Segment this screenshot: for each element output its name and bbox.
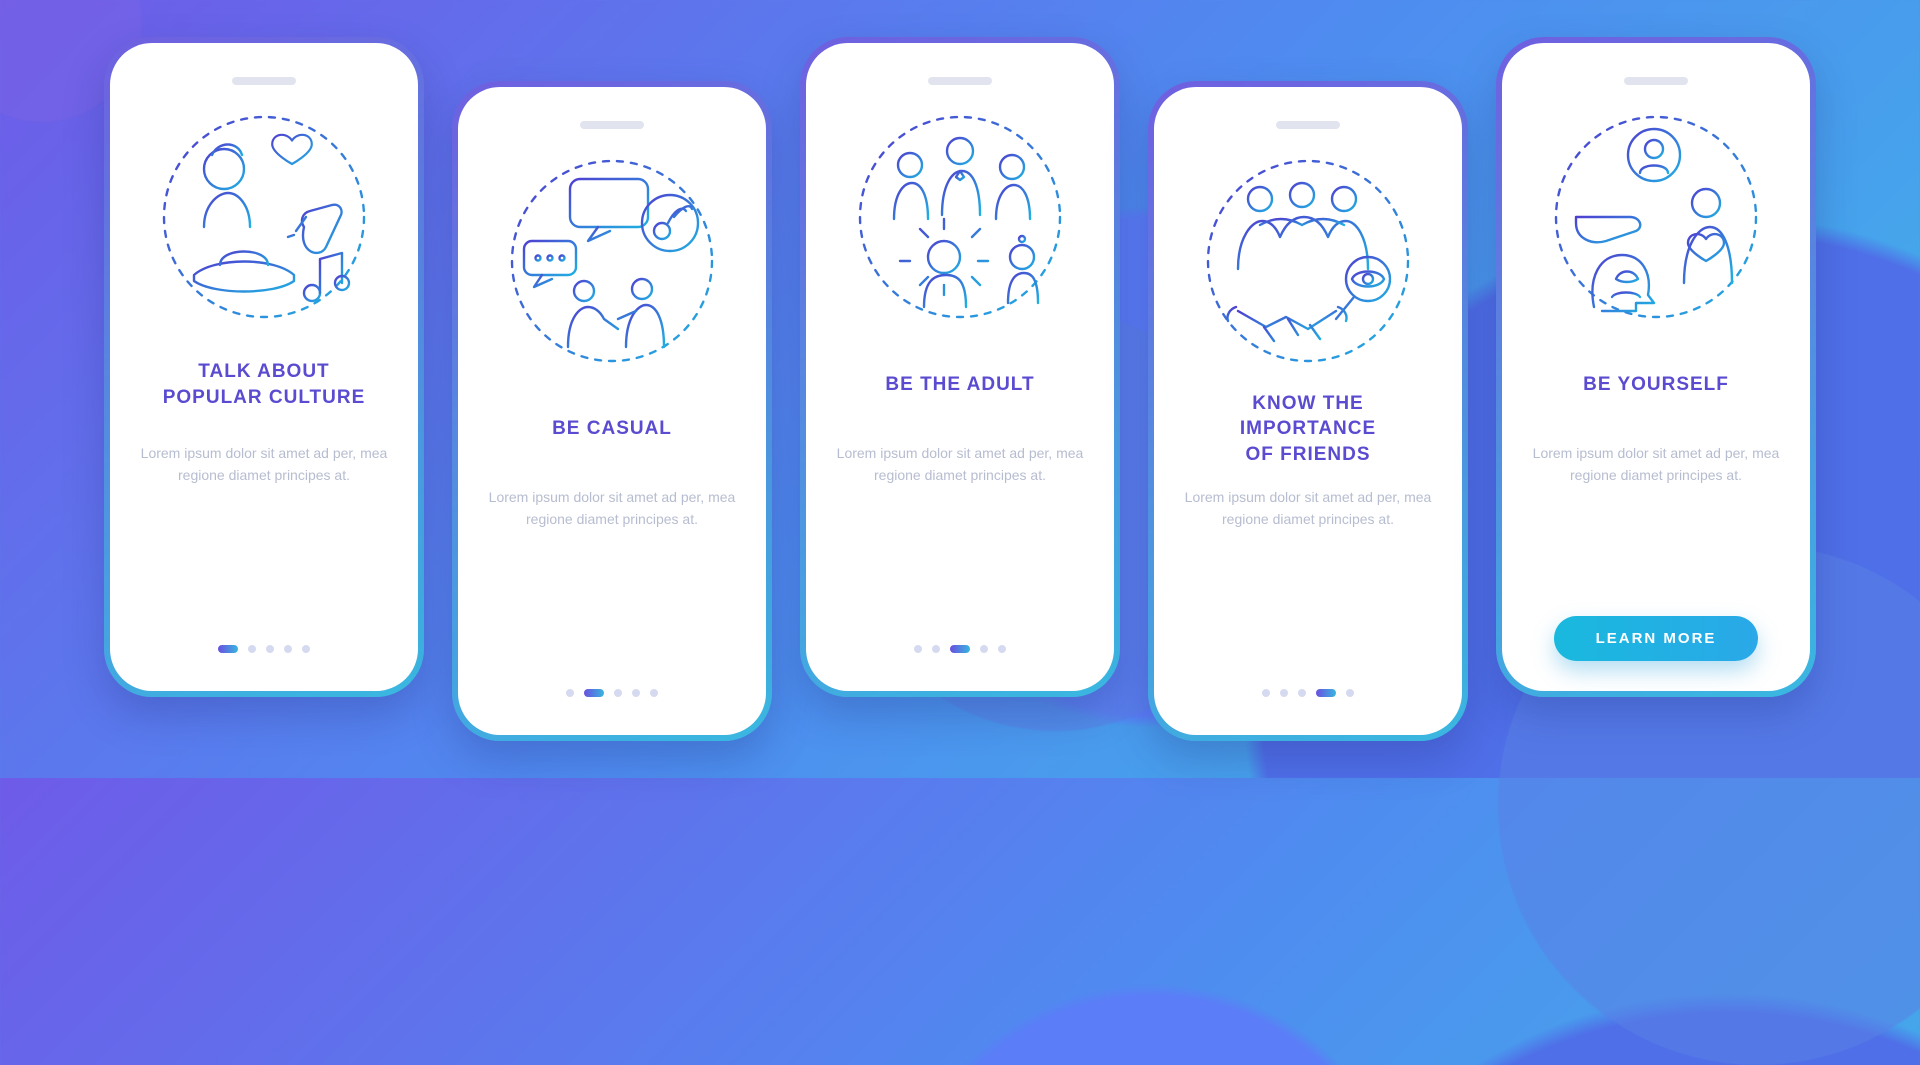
- screen-title: KNOW THE IMPORTANCE OF FRIENDS: [1234, 389, 1382, 469]
- screen-description: Lorem ipsum dolor sit amet ad per, mea r…: [1528, 443, 1784, 535]
- page-dot[interactable]: [650, 689, 658, 697]
- onboarding-screen[interactable]: KNOW THE IMPORTANCE OF FRIENDS Lorem ips…: [1154, 87, 1462, 735]
- page-dot[interactable]: [566, 689, 574, 697]
- phone-notch: [580, 121, 644, 129]
- page-dot[interactable]: [584, 689, 604, 697]
- be-yourself-icon: [1546, 107, 1766, 327]
- screen-title: BE THE ADULT: [879, 345, 1040, 425]
- page-indicator: [1262, 689, 1354, 705]
- page-dot[interactable]: [218, 645, 238, 653]
- phone-frame: BE THE ADULT Lorem ipsum dolor sit amet …: [800, 37, 1120, 697]
- page-dot[interactable]: [632, 689, 640, 697]
- page-dot[interactable]: [1298, 689, 1306, 697]
- onboarding-carousel: TALK ABOUT POPULAR CULTURE Lorem ipsum d…: [0, 0, 1920, 778]
- phone-frame: TALK ABOUT POPULAR CULTURE Lorem ipsum d…: [104, 37, 424, 697]
- screen-description: Lorem ipsum dolor sit amet ad per, mea r…: [136, 443, 392, 535]
- page-dot[interactable]: [998, 645, 1006, 653]
- page-dot[interactable]: [950, 645, 970, 653]
- page-dot[interactable]: [284, 645, 292, 653]
- page-dot[interactable]: [1316, 689, 1336, 697]
- page-dot[interactable]: [1262, 689, 1270, 697]
- phone-frame: BE YOURSELF Lorem ipsum dolor sit amet a…: [1496, 37, 1816, 697]
- onboarding-screen[interactable]: BE CASUAL Lorem ipsum dolor sit amet ad …: [458, 87, 766, 735]
- screen-description: Lorem ipsum dolor sit amet ad per, mea r…: [832, 443, 1088, 535]
- adult-guide-icon: [850, 107, 1070, 327]
- phone-notch: [1276, 121, 1340, 129]
- onboarding-screen[interactable]: TALK ABOUT POPULAR CULTURE Lorem ipsum d…: [110, 43, 418, 691]
- page-indicator: [914, 645, 1006, 661]
- phone-notch: [928, 77, 992, 85]
- learn-more-button[interactable]: LEARN MORE: [1554, 616, 1759, 661]
- page-dot[interactable]: [614, 689, 622, 697]
- page-dot[interactable]: [1346, 689, 1354, 697]
- page-dot[interactable]: [914, 645, 922, 653]
- page-dot[interactable]: [1280, 689, 1288, 697]
- phone-frame: KNOW THE IMPORTANCE OF FRIENDS Lorem ips…: [1148, 81, 1468, 741]
- phone-notch: [1624, 77, 1688, 85]
- page-dot[interactable]: [932, 645, 940, 653]
- friends-icon: [1198, 151, 1418, 371]
- pop-culture-icon: [154, 107, 374, 327]
- phone-frame: BE CASUAL Lorem ipsum dolor sit amet ad …: [452, 81, 772, 741]
- page-indicator: [218, 645, 310, 661]
- page-indicator: [566, 689, 658, 705]
- page-dot[interactable]: [248, 645, 256, 653]
- screen-title: TALK ABOUT POPULAR CULTURE: [157, 345, 372, 425]
- page-dot[interactable]: [266, 645, 274, 653]
- page-dot[interactable]: [302, 645, 310, 653]
- phone-notch: [232, 77, 296, 85]
- onboarding-screen[interactable]: BE YOURSELF Lorem ipsum dolor sit amet a…: [1502, 43, 1810, 691]
- screen-title: BE CASUAL: [546, 389, 678, 469]
- screen-description: Lorem ipsum dolor sit amet ad per, mea r…: [1180, 487, 1436, 579]
- onboarding-screen[interactable]: BE THE ADULT Lorem ipsum dolor sit amet …: [806, 43, 1114, 691]
- page-dot[interactable]: [980, 645, 988, 653]
- casual-chat-icon: [502, 151, 722, 371]
- screen-description: Lorem ipsum dolor sit amet ad per, mea r…: [484, 487, 740, 579]
- screen-title: BE YOURSELF: [1577, 345, 1735, 425]
